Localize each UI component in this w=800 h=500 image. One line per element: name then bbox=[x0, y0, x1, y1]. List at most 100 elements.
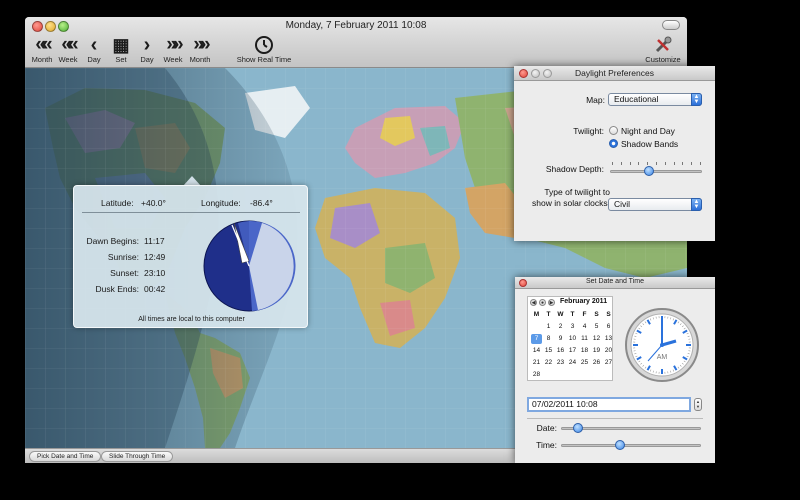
window-title: Monday, 7 February 2011 10:08 bbox=[285, 20, 427, 31]
map-label: Map: bbox=[586, 95, 605, 105]
calendar-day[interactable]: 18 bbox=[579, 346, 590, 356]
slider-tick bbox=[620, 162, 622, 165]
divider bbox=[82, 212, 300, 213]
slider-tick bbox=[656, 162, 657, 165]
latitude-value: +40.0° bbox=[141, 198, 166, 208]
slider-tick bbox=[638, 162, 640, 165]
double-right-arrow-icon: »» bbox=[193, 34, 210, 55]
pick-date-button[interactable]: Pick Date and Time bbox=[29, 451, 102, 462]
calendar-day[interactable]: 21 bbox=[531, 358, 542, 368]
date-time-field[interactable]: 07/02/2011 10:08 bbox=[527, 397, 691, 412]
calendar-day[interactable]: 9 bbox=[555, 334, 566, 344]
sunrise-value: 12:49 bbox=[144, 252, 166, 262]
sunrise-label: Sunrise: bbox=[107, 252, 139, 262]
slider-tick bbox=[647, 162, 649, 165]
calendar-day[interactable]: 27 bbox=[603, 358, 614, 368]
calendar-day[interactable]: 28 bbox=[531, 370, 542, 380]
preferences-titlebar: Daylight Preferences bbox=[514, 66, 715, 81]
calendar-day[interactable]: 13 bbox=[603, 334, 614, 344]
calendar-day[interactable]: 17 bbox=[567, 346, 578, 356]
today-icon[interactable]: ● bbox=[539, 299, 546, 306]
calendar-weekday: S bbox=[594, 311, 599, 318]
calendar-day[interactable]: 26 bbox=[591, 358, 602, 368]
select-arrows-icon: ▲ ▼ bbox=[691, 93, 702, 106]
customize-button[interactable]: Customize bbox=[643, 35, 683, 66]
slider-tick bbox=[664, 162, 666, 165]
calendar-day[interactable]: 12 bbox=[591, 334, 602, 344]
night-and-day-label: Night and Day bbox=[621, 126, 675, 136]
longitude-value: -86.4° bbox=[250, 198, 273, 208]
calendar-day[interactable]: 2 bbox=[555, 322, 566, 332]
calendar-day[interactable]: 24 bbox=[567, 358, 578, 368]
date-slider-label: Date: bbox=[536, 423, 557, 433]
calendar-weekday: S bbox=[606, 311, 611, 318]
calendar-day[interactable]: 4 bbox=[579, 322, 590, 332]
forward-month-button[interactable]: »» Month bbox=[183, 35, 217, 66]
latitude-label: Latitude: bbox=[101, 198, 134, 208]
calendar-day[interactable]: 19 bbox=[591, 346, 602, 356]
slider-tick bbox=[612, 162, 613, 165]
show-real-time-label: Show Real Time bbox=[236, 55, 292, 64]
select-arrows-icon: ▲ ▼ bbox=[691, 198, 702, 211]
next-month-icon[interactable]: ▶ bbox=[548, 299, 555, 306]
dusk-ends-value: 00:42 bbox=[144, 284, 166, 294]
date-slider-knob[interactable] bbox=[572, 423, 583, 433]
date-stepper[interactable]: ▲ ▼ bbox=[694, 398, 702, 411]
calendar-day[interactable]: 8 bbox=[543, 334, 554, 344]
previous-month-icon[interactable]: ◀ bbox=[530, 299, 537, 306]
calendar-day[interactable]: 23 bbox=[555, 358, 566, 368]
calendar-weekday: F bbox=[582, 311, 587, 318]
time-slider-label: Time: bbox=[536, 440, 557, 450]
calendar[interactable]: ◀ ● ▶ February 2011 M T W T F S S 1 2 3 4 5 6 7 8 9 10 11… bbox=[527, 296, 613, 381]
twilight-type-select[interactable]: Civil ▲ ▼ bbox=[608, 198, 702, 211]
night-and-day-radio[interactable] bbox=[609, 126, 618, 135]
dusk-ends-label: Dusk Ends: bbox=[95, 284, 139, 294]
calendar-day[interactable]: 25 bbox=[579, 358, 590, 368]
show-real-time-button[interactable]: Show Real Time bbox=[235, 35, 293, 66]
calendar-day[interactable]: 15 bbox=[543, 346, 554, 356]
calendar-weekday: W bbox=[557, 311, 564, 318]
calendar-day[interactable]: 20 bbox=[603, 346, 614, 356]
dawn-begins-value: 11:17 bbox=[144, 236, 165, 246]
shadow-bands-label: Shadow Bands bbox=[621, 139, 679, 149]
customize-label: Customize bbox=[645, 55, 681, 64]
map-select[interactable]: Educational ▲ ▼ bbox=[608, 93, 702, 106]
calendar-weekday: T bbox=[570, 311, 575, 318]
calendar-day[interactable]: 1 bbox=[543, 322, 554, 332]
local-times-note: All times are local to this computer bbox=[138, 316, 245, 323]
calendar-day[interactable]: 3 bbox=[567, 322, 578, 332]
twilight-type-label: Type of twilight to show in solar clocks… bbox=[532, 187, 610, 208]
longitude-label: Longitude: bbox=[201, 198, 241, 208]
shadow-depth-knob[interactable] bbox=[643, 166, 654, 176]
calendar-day[interactable]: 16 bbox=[555, 346, 566, 356]
shadow-depth-label: Shadow Depth: bbox=[545, 164, 604, 174]
preferences-title: Daylight Preferences bbox=[575, 68, 654, 78]
clock-icon bbox=[255, 36, 273, 54]
solar-clock bbox=[203, 220, 296, 312]
calendar-day[interactable]: 6 bbox=[603, 322, 614, 332]
calendar-day[interactable]: 14 bbox=[531, 346, 542, 356]
analog-clock: AM bbox=[625, 308, 699, 382]
date-panel-titlebar: Set Date and Time bbox=[515, 277, 715, 289]
date-panel-title: Set Date and Time bbox=[586, 278, 644, 285]
calendar-day[interactable]: 10 bbox=[567, 334, 578, 344]
calendar-day[interactable]: 7 bbox=[531, 334, 542, 344]
shadow-depth-slider[interactable] bbox=[610, 170, 702, 173]
sunset-label: Sunset: bbox=[110, 268, 139, 278]
slider-tick bbox=[691, 162, 693, 165]
slide-through-time-button[interactable]: Slide Through Time bbox=[101, 451, 174, 462]
calendar-weekday: T bbox=[546, 311, 551, 318]
calendar-day[interactable]: 11 bbox=[579, 334, 590, 344]
slider-tick bbox=[673, 162, 675, 165]
daylight-preferences-panel: Daylight Preferences Map: Educational ▲ ▼… bbox=[514, 66, 715, 241]
shadow-bands-radio[interactable] bbox=[609, 139, 618, 148]
divider bbox=[527, 418, 703, 419]
sunset-value: 23:10 bbox=[144, 268, 166, 278]
time-slider[interactable] bbox=[561, 444, 701, 447]
time-slider-knob[interactable] bbox=[614, 440, 625, 450]
calendar-month-title: February 2011 bbox=[560, 298, 608, 305]
calendar-day[interactable]: 5 bbox=[591, 322, 602, 332]
toolbar-toggle-button[interactable] bbox=[662, 20, 680, 30]
calendar-day[interactable]: 22 bbox=[543, 358, 554, 368]
tools-icon bbox=[655, 36, 672, 53]
